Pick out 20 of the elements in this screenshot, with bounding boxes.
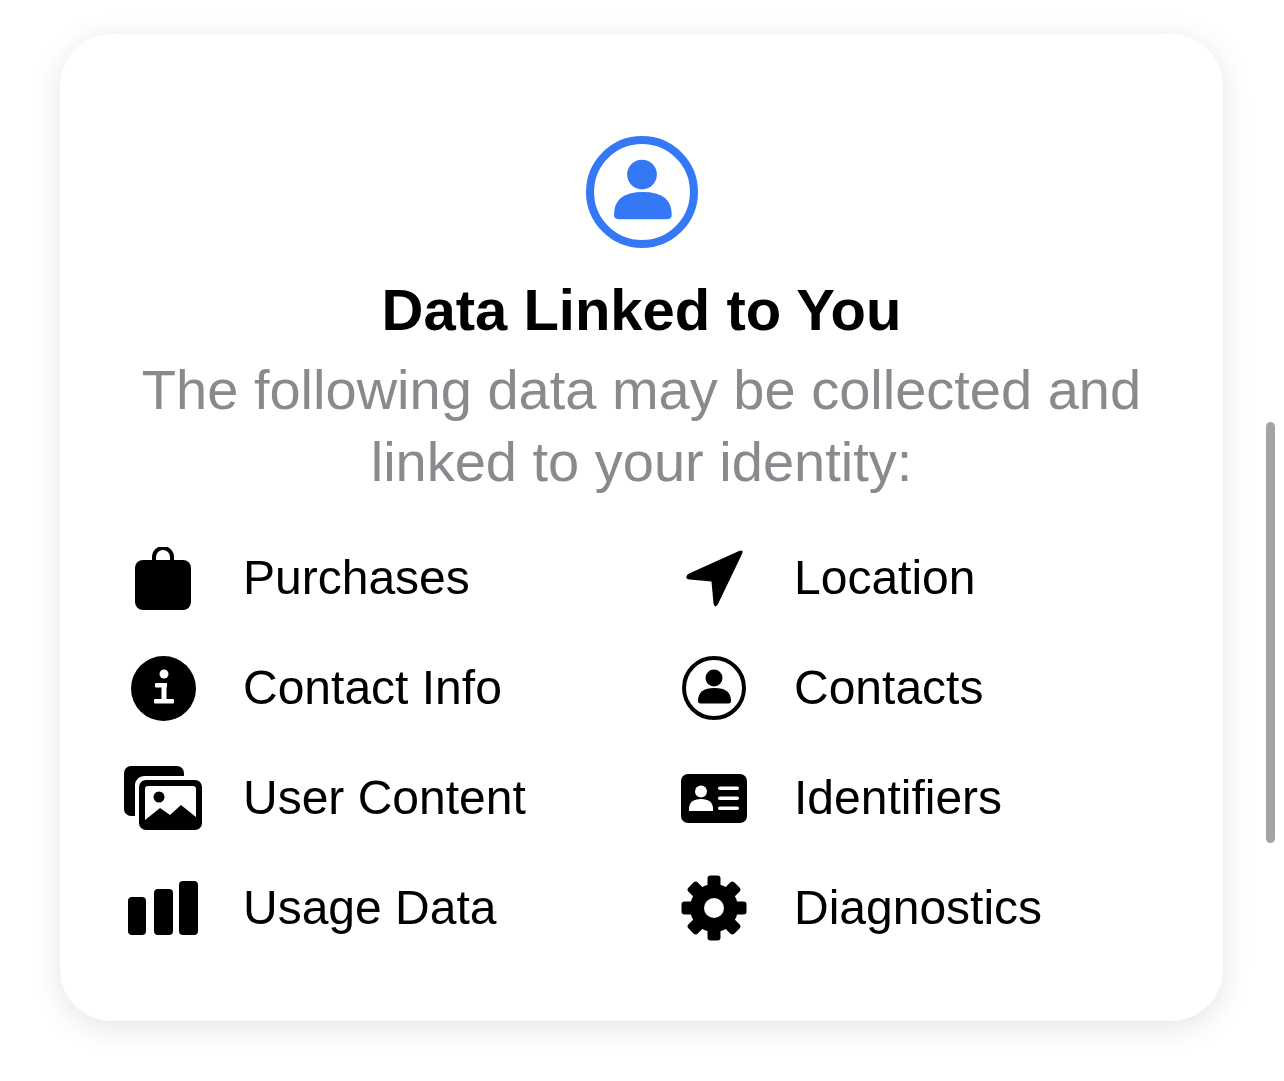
location-arrow-icon [684, 548, 744, 608]
data-type-label: Usage Data [243, 884, 497, 932]
data-type-label: Identifiers [794, 774, 1003, 822]
data-type-label: Diagnostics [794, 884, 1043, 932]
section-title: Data Linked to You [381, 278, 902, 342]
section-description: The following data may be collected and linked to your identity: [140, 357, 1143, 495]
bag-icon [135, 546, 191, 610]
id-card-icon [681, 773, 747, 823]
gear-icon [681, 875, 747, 941]
person-circle-icon [585, 136, 698, 248]
bar-chart-icon [128, 881, 198, 935]
data-type-label: Contact Info [243, 664, 502, 712]
scrollbar-thumb[interactable] [1266, 422, 1275, 843]
data-type-label: User Content [243, 774, 526, 822]
photos-icon [124, 766, 202, 830]
data-type-label: Contacts [794, 664, 984, 712]
data-type-label: Location [794, 554, 976, 602]
data-type-label: Purchases [243, 554, 470, 602]
person-circle-icon [682, 656, 746, 720]
info-icon [130, 655, 196, 721]
